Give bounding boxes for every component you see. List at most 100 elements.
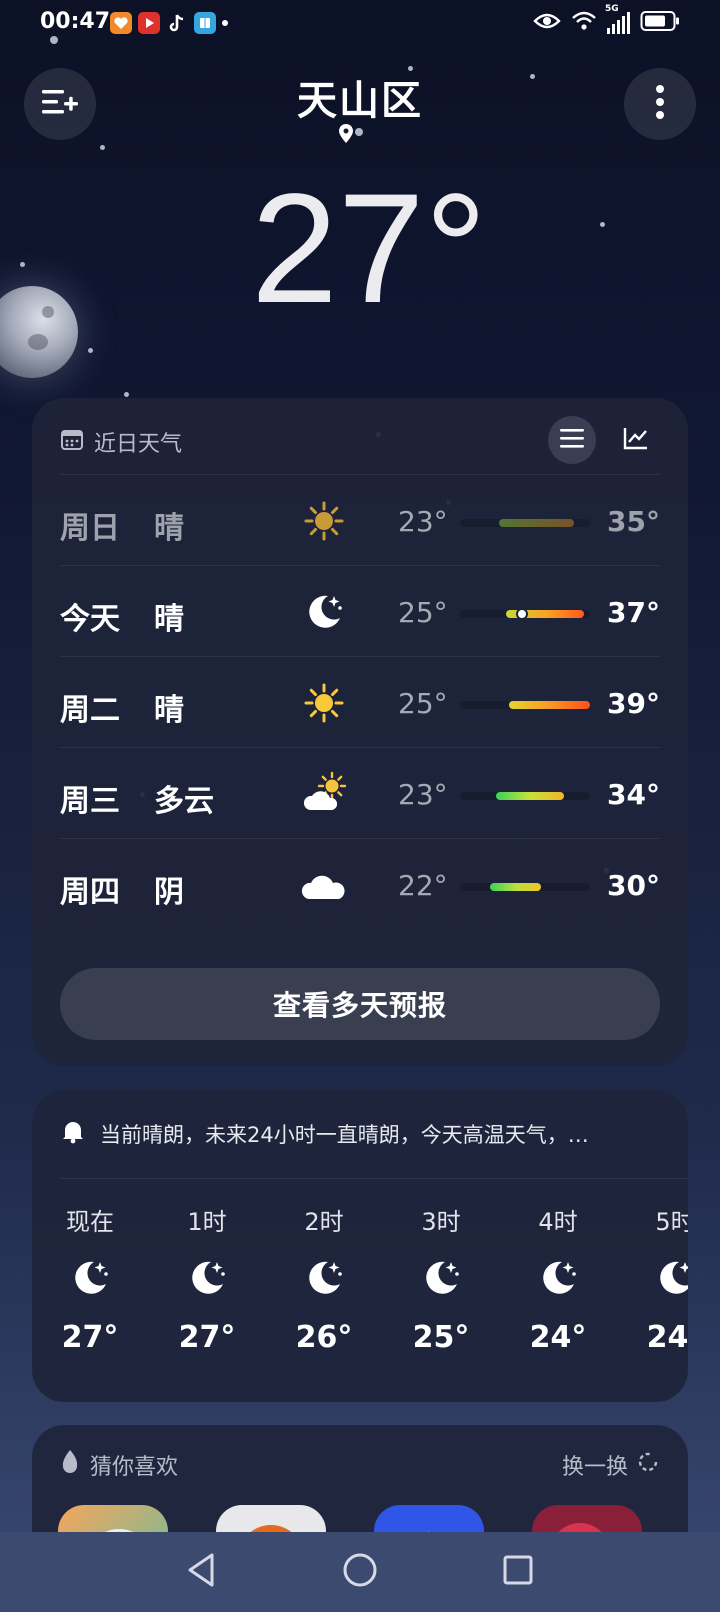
partly-cloudy-icon — [300, 770, 348, 818]
forecast-day-row[interactable]: 周二 晴 25° 39° — [60, 656, 660, 749]
temp-range-track — [460, 792, 590, 800]
status-bar: 00:47 5G — [0, 0, 720, 48]
star — [88, 348, 93, 353]
city-name[interactable]: 天山区 — [0, 68, 720, 126]
hourly-item: 1时 27° — [147, 1202, 267, 1355]
hour-temp: 27° — [61, 1320, 119, 1355]
hour-label: 5时 — [655, 1208, 688, 1236]
temp-range-bar — [509, 701, 590, 709]
moon-stars-icon — [300, 588, 348, 636]
hour-label: 现在 — [66, 1208, 114, 1236]
hourly-item: 2时 26° — [264, 1202, 384, 1355]
temp-range-bar — [499, 519, 575, 527]
line-chart-icon — [623, 426, 649, 454]
flame-icon — [60, 1449, 80, 1481]
list-icon — [559, 427, 585, 453]
video-app-notification-icon — [138, 12, 160, 34]
forecast-header: 近日天气 — [60, 426, 182, 458]
hourly-item: 3时 25° — [381, 1202, 501, 1355]
recents-icon — [502, 1554, 534, 1590]
notification-icons — [110, 12, 228, 34]
network-type: 5G — [605, 4, 619, 14]
alert-text: 当前晴朗，未来24小时一直晴朗，今天高温天气，… — [100, 1122, 589, 1147]
hourly-item: 4时 24° — [498, 1202, 618, 1355]
day-condition: 晴 — [154, 693, 184, 728]
refresh-button[interactable]: 换一换 — [562, 1449, 660, 1481]
forecast-day-row[interactable]: 周四 阴 22° 30° — [60, 838, 660, 931]
hour-temp: 27° — [178, 1320, 236, 1355]
home-icon — [341, 1551, 379, 1593]
reader-app-notification-icon — [194, 12, 216, 34]
moon-stars-icon — [381, 1248, 501, 1308]
day-high-temp: 34° — [607, 778, 660, 811]
refresh-label: 换一换 — [561, 1455, 628, 1480]
sun-icon — [300, 497, 348, 545]
temp-range-track — [460, 519, 590, 527]
moon-stars-icon — [498, 1248, 618, 1308]
calendar-icon — [60, 427, 84, 457]
recommend-header: 猜你喜欢 — [60, 1449, 178, 1481]
forecast-day-row[interactable]: 周三 多云 23° 34° — [60, 747, 660, 840]
bell-icon — [60, 1118, 86, 1149]
moon-stars-icon — [147, 1248, 267, 1308]
app-notification-1-icon — [110, 12, 132, 34]
hour-label: 1时 — [187, 1208, 227, 1236]
sun-icon — [300, 679, 348, 727]
system-nav-bar — [0, 1532, 720, 1612]
divider — [60, 1178, 688, 1179]
hourly-card: 当前晴朗，未来24小时一直晴朗，今天高温天气，… 现在 27° 1时 27° 2… — [32, 1090, 688, 1402]
list-view-button[interactable] — [548, 416, 596, 464]
day-name: 周二 — [60, 693, 120, 728]
hour-label: 4时 — [538, 1208, 578, 1236]
refresh-icon — [636, 1450, 660, 1480]
day-name: 周日 — [60, 511, 120, 546]
hour-label: 2时 — [304, 1208, 344, 1236]
day-condition: 多云 — [154, 784, 214, 819]
wifi-icon — [571, 10, 597, 36]
day-condition: 阴 — [154, 875, 184, 910]
home-button[interactable] — [336, 1548, 384, 1596]
day-high-temp: 35° — [607, 505, 660, 538]
notification-dot — [222, 20, 228, 26]
hour-label: 3时 — [421, 1208, 461, 1236]
temp-range-track — [460, 883, 590, 891]
star — [100, 145, 105, 150]
back-button[interactable] — [178, 1548, 226, 1596]
hour-temp: 26° — [295, 1320, 353, 1355]
day-low-temp: 23° — [398, 505, 448, 538]
hourly-item: 现在 27° — [32, 1202, 150, 1355]
chart-view-button[interactable] — [612, 416, 660, 464]
day-low-temp: 25° — [398, 687, 448, 720]
recents-button[interactable] — [494, 1548, 542, 1596]
star — [124, 392, 129, 397]
day-condition: 晴 — [154, 602, 184, 637]
more-vertical-icon — [655, 84, 665, 124]
moon-stars-icon — [264, 1248, 384, 1308]
recommend-title: 猜你喜欢 — [90, 1455, 179, 1480]
eye-icon — [533, 11, 561, 35]
more-options-button[interactable] — [624, 68, 696, 140]
temp-range-bar — [489, 883, 541, 891]
forecast-day-row[interactable]: 周日 晴 23° 35° — [60, 474, 660, 567]
battery-icon — [640, 10, 680, 36]
current-temperature: 27° — [251, 162, 487, 336]
hour-temp: 25° — [412, 1320, 470, 1355]
cloud-icon — [300, 861, 348, 909]
temp-range-track — [460, 701, 590, 709]
forecast-view-toggle — [548, 416, 660, 464]
temp-range-track — [460, 608, 590, 620]
forecast-day-row[interactable]: 今天 晴 25° 37° — [60, 565, 660, 658]
moon-stars-icon — [32, 1248, 150, 1308]
more-forecast-button[interactable]: 查看多天预报 — [60, 968, 660, 1040]
star — [355, 128, 363, 136]
day-name: 周三 — [60, 784, 120, 819]
temp-range-bar — [496, 792, 564, 800]
moon-stars-icon — [615, 1248, 688, 1308]
weather-alert[interactable]: 当前晴朗，未来24小时一直晴朗，今天高温天气，… — [60, 1118, 660, 1149]
back-icon — [186, 1552, 218, 1592]
hourly-strip[interactable]: 现在 27° 1时 27° 2时 26° 3时 25° 4时 24° 5时 24… — [32, 1202, 688, 1382]
day-low-temp: 22° — [398, 869, 448, 902]
signal-icon: 5G — [605, 4, 630, 34]
status-time: 00:47 — [40, 9, 111, 34]
day-name: 周四 — [60, 875, 120, 910]
